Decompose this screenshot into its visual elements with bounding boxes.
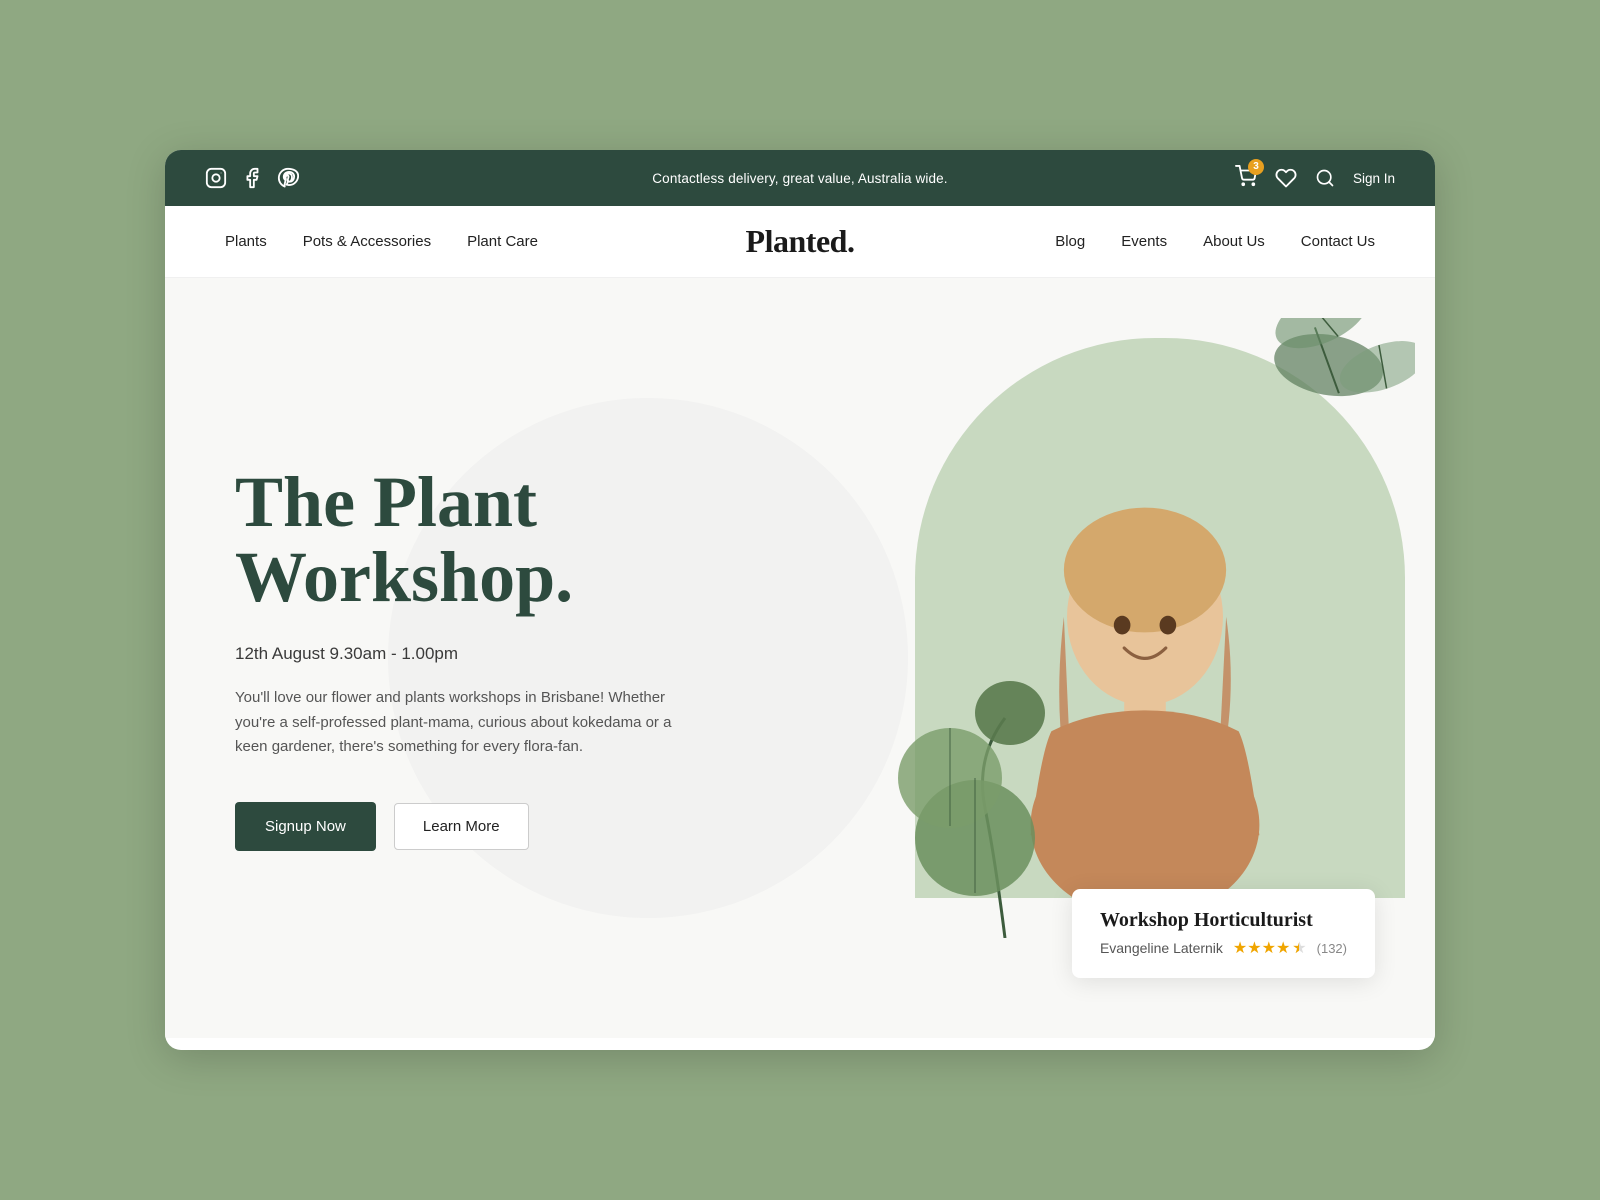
- browser-window: Contactless delivery, great value, Austr…: [165, 150, 1435, 1050]
- cart-badge: 3: [1248, 159, 1264, 175]
- hero-right: Workshop Horticulturist Evangeline Later…: [835, 278, 1435, 1038]
- hero-description: You'll love our flower and plants worksh…: [235, 686, 675, 760]
- social-links: [205, 167, 299, 189]
- facebook-icon[interactable]: [241, 167, 263, 189]
- hero-date: 12th August 9.30am - 1.00pm: [235, 644, 795, 664]
- card-title: Workshop Horticulturist: [1100, 909, 1347, 932]
- site-logo[interactable]: Planted.: [746, 223, 855, 260]
- wishlist-icon[interactable]: [1275, 167, 1297, 189]
- hero-title: The Plant Workshop.: [235, 465, 795, 616]
- hero-content: The Plant Workshop. 12th August 9.30am -…: [235, 465, 795, 851]
- search-icon[interactable]: [1315, 168, 1335, 188]
- review-count: (132): [1317, 941, 1347, 956]
- nav-right: Blog Events About Us Contact Us: [1055, 233, 1375, 250]
- nav-bar: Plants Pots & Accessories Plant Care Pla…: [165, 206, 1435, 278]
- nav-contact[interactable]: Contact Us: [1301, 233, 1375, 250]
- nav-plants[interactable]: Plants: [225, 233, 267, 250]
- sign-in-button[interactable]: Sign In: [1353, 171, 1395, 186]
- nav-blog[interactable]: Blog: [1055, 233, 1085, 250]
- card-row: Evangeline Laternik ★★★★★★ (132): [1100, 938, 1347, 958]
- top-bar-message: Contactless delivery, great value, Austr…: [652, 171, 947, 186]
- hero-buttons: Signup Now Learn More: [235, 802, 795, 851]
- pinterest-icon[interactable]: [277, 167, 299, 189]
- nav-pots[interactable]: Pots & Accessories: [303, 233, 431, 250]
- top-bar: Contactless delivery, great value, Austr…: [165, 150, 1435, 206]
- signup-button[interactable]: Signup Now: [235, 802, 376, 851]
- star-rating: ★★★★★★: [1233, 938, 1307, 958]
- instagram-icon[interactable]: [205, 167, 227, 189]
- nav-events[interactable]: Events: [1121, 233, 1167, 250]
- cart-button[interactable]: 3: [1235, 165, 1257, 192]
- info-card: Workshop Horticulturist Evangeline Later…: [1072, 889, 1375, 978]
- card-name: Evangeline Laternik: [1100, 940, 1223, 956]
- nav-plant-care[interactable]: Plant Care: [467, 233, 538, 250]
- nav-about[interactable]: About Us: [1203, 233, 1265, 250]
- learn-more-button[interactable]: Learn More: [394, 803, 529, 850]
- hero-section: The Plant Workshop. 12th August 9.30am -…: [165, 278, 1435, 1038]
- top-bar-actions: 3 Sign In: [1235, 165, 1395, 192]
- nav-left: Plants Pots & Accessories Plant Care: [225, 233, 538, 250]
